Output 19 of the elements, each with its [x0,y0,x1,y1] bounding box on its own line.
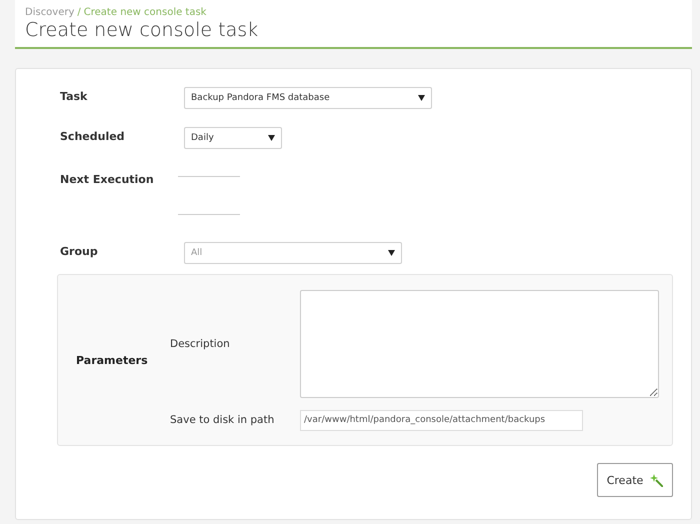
caret-icon [388,250,395,256]
breadcrumb-current: Create new console task [84,7,206,18]
create-button[interactable]: Create [597,463,673,497]
section-label: Parameters [76,354,149,366]
caret-icon [268,135,275,141]
task-select[interactable]: Backup Pandora FMS database [184,87,432,109]
field-label: Scheduled [60,129,126,143]
field-label: Description [170,338,231,350]
caret-icon [418,95,425,101]
schedule-select[interactable]: Daily [184,127,282,149]
wand-icon [650,474,664,486]
field-label: Next Execution [60,172,155,186]
page-title: Create new console task [25,18,260,42]
breadcrumb-separator: / [77,7,81,18]
description-textarea[interactable] [300,290,659,398]
field-label: Task [60,89,88,103]
field-label: Save to disk in path [170,414,276,426]
field-label: Group [60,244,99,258]
path-input[interactable]: /var/www/html/pandora_console/attachment/backups [300,410,583,430]
